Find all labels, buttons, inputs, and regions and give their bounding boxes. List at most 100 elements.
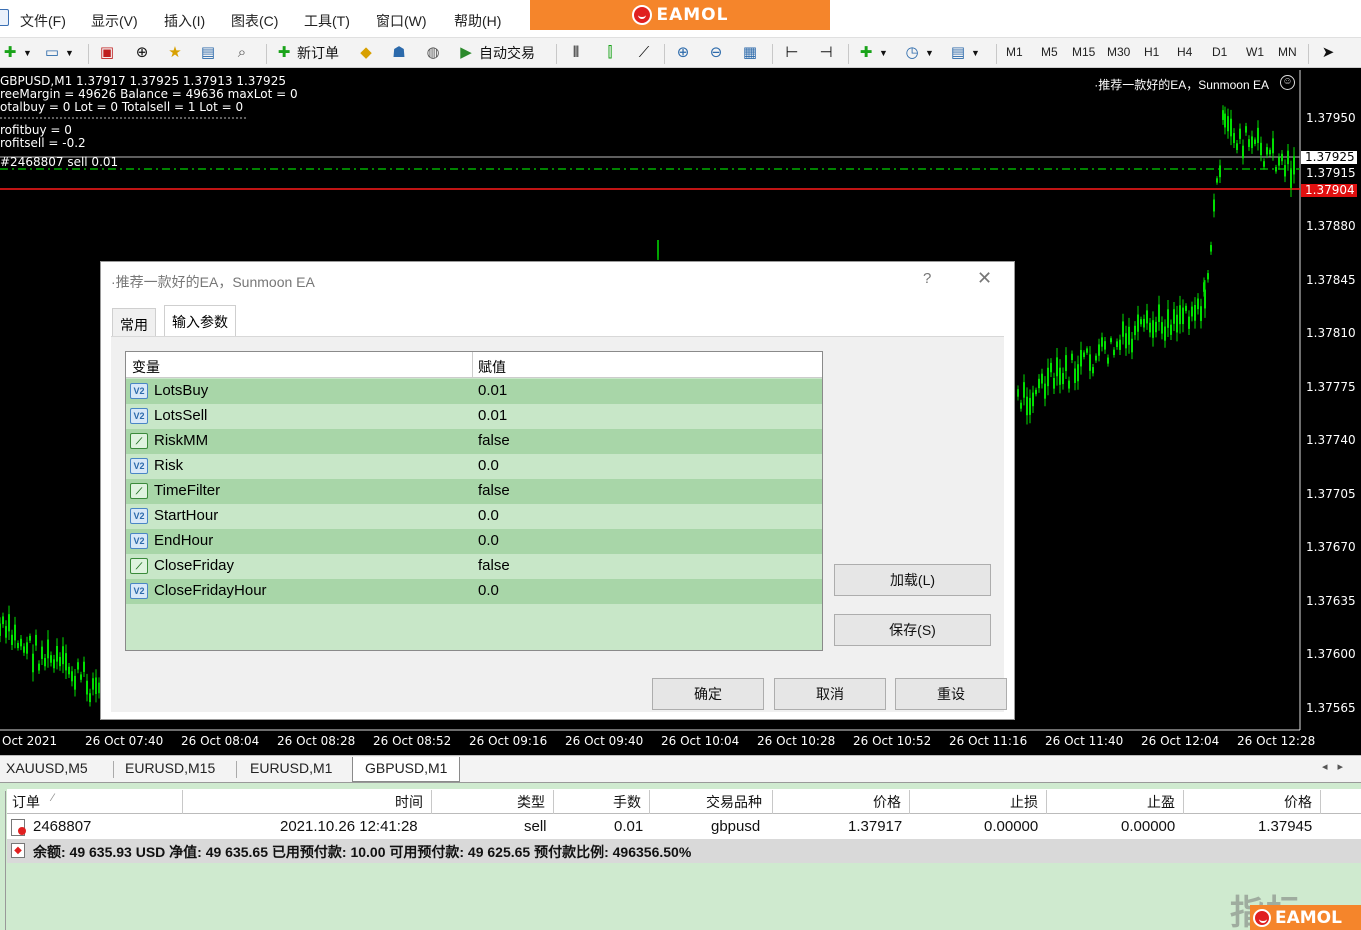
new-order-button[interactable]: ✚ 新订单 [274, 42, 339, 64]
close-icon[interactable]: ✕ [977, 268, 992, 289]
timeframe-m30[interactable]: M30 [1107, 45, 1130, 59]
menu-charts[interactable]: 图表(C) [231, 11, 278, 31]
param-value[interactable]: false [478, 432, 510, 449]
param-value[interactable]: 0.01 [478, 382, 507, 399]
menu-tools[interactable]: 工具(T) [304, 11, 350, 31]
header-lots[interactable]: 手数 [613, 792, 641, 812]
brand-logo-icon [1253, 908, 1271, 927]
reset-button[interactable]: 重设 [895, 678, 1007, 710]
zoom-out-button[interactable]: ⊖ [706, 42, 726, 64]
param-value[interactable]: 0.0 [478, 457, 499, 474]
param-value[interactable]: false [478, 482, 510, 499]
market-watch-button[interactable]: ▣ [97, 42, 117, 64]
param-row[interactable]: ⟋ CloseFriday false [126, 554, 822, 579]
tab-common[interactable]: 常用 [112, 308, 156, 337]
periods-button[interactable]: ◷ ▼ [902, 42, 933, 64]
auto-trade-button[interactable]: ▶ 自动交易 [456, 42, 535, 64]
timeframe-h1[interactable]: H1 [1144, 45, 1159, 59]
tester-button[interactable]: ⌕ [232, 42, 252, 64]
timeframe-m1[interactable]: M1 [1006, 45, 1023, 59]
header-symbol[interactable]: 交易品种 [706, 792, 762, 812]
candle-body [92, 678, 94, 690]
header-take-profit[interactable]: 止盈 [1147, 792, 1175, 812]
candle-body [1131, 338, 1133, 353]
candle-body [74, 675, 76, 690]
menu-insert[interactable]: 插入(I) [164, 11, 205, 31]
menu-help[interactable]: 帮助(H) [454, 11, 501, 31]
param-row[interactable]: V2 LotsBuy 0.01 [126, 379, 822, 404]
candle-body [23, 646, 25, 653]
timeframe-mn[interactable]: MN [1278, 45, 1297, 59]
price-tick: 1.37740 [1306, 433, 1356, 447]
menu-view[interactable]: 显示(V) [91, 11, 138, 31]
timeframe-d1[interactable]: D1 [1212, 45, 1227, 59]
candle-body [1233, 133, 1235, 144]
line-chart-button[interactable]: ⟋ [634, 42, 654, 64]
header-type[interactable]: 类型 [517, 792, 545, 812]
cancel-button[interactable]: 取消 [774, 678, 886, 710]
bar-chart-button[interactable]: ⫴ [566, 42, 586, 64]
param-value[interactable]: 0.0 [478, 532, 499, 549]
chart-tab-eurusd-m15[interactable]: EURUSD,M15 [125, 760, 215, 776]
cursor-button[interactable]: ➤ [1318, 42, 1338, 64]
param-name: Risk [154, 457, 184, 474]
param-row[interactable]: V2 LotsSell 0.01 [126, 404, 822, 429]
param-value[interactable]: false [478, 557, 510, 574]
tab-inputs[interactable]: 输入参数 [164, 305, 236, 337]
chart-tab-xauusd-m5[interactable]: XAUUSD,M5 [6, 760, 88, 776]
menu-file[interactable]: 文件(F) [20, 11, 66, 31]
help-icon[interactable]: ? [923, 270, 931, 287]
param-row[interactable]: V2 EndHour 0.0 [126, 529, 822, 554]
crosshair-button[interactable]: ⊕ [132, 42, 152, 64]
navigator-button[interactable]: ▤ [198, 42, 218, 64]
header-stop-loss[interactable]: 止损 [1010, 792, 1038, 812]
param-row[interactable]: ⟋ TimeFilter false [126, 479, 822, 504]
candle-body [1251, 136, 1253, 149]
candle-body [1257, 127, 1259, 143]
chart-tab-eurusd-m1[interactable]: EURUSD,M1 [250, 760, 332, 776]
timeframe-h4[interactable]: H4 [1177, 45, 1192, 59]
header-price[interactable]: 价格 [873, 792, 901, 812]
candle-chart-button[interactable]: ⫿ [600, 42, 620, 64]
param-value[interactable]: 0.01 [478, 407, 507, 424]
profiles-button[interactable]: ▭ ▼ [42, 42, 74, 64]
candle-body [80, 674, 82, 680]
param-value[interactable]: 0.0 [478, 507, 499, 524]
candle-body [1173, 309, 1175, 324]
number-param-icon: V2 [130, 533, 148, 549]
load-button[interactable]: 加载(L) [834, 564, 991, 596]
param-value[interactable]: 0.0 [478, 582, 499, 599]
header-time[interactable]: 时间 [395, 792, 423, 812]
param-row[interactable]: V2 Risk 0.0 [126, 454, 822, 479]
candle-body [44, 658, 46, 667]
favorites-button[interactable]: ★ [165, 42, 185, 64]
timeframe-m15[interactable]: M15 [1072, 45, 1095, 59]
header-order[interactable]: 订单 [12, 792, 40, 812]
signals-button[interactable]: ◍ [423, 42, 443, 64]
candle-body [20, 638, 22, 647]
chart-shift-button[interactable]: ⊣ [816, 42, 836, 64]
tile-windows-button[interactable]: ▦ [740, 42, 760, 64]
param-row[interactable]: V2 StartHour 0.0 [126, 504, 822, 529]
save-button[interactable]: 保存(S) [834, 614, 991, 646]
indicators-button[interactable]: ✚ ▼ [856, 42, 888, 64]
bid-price-tag: 1.37925 [1301, 151, 1357, 164]
new-chart-button[interactable]: ✚ ▼ [0, 42, 32, 64]
tab-scroll-arrows-icon[interactable]: ◂▸ [1322, 760, 1353, 773]
order-current-price: 1.37945 [1258, 818, 1313, 835]
candle-body [1017, 389, 1019, 397]
autoscroll-button[interactable]: ⊢ [782, 42, 802, 64]
timeframe-w1[interactable]: W1 [1246, 45, 1264, 59]
param-row[interactable]: ⟋ RiskMM false [126, 429, 822, 454]
price-tick: 1.37670 [1306, 540, 1356, 554]
terminal-button[interactable]: ☗ [389, 42, 409, 64]
templates-button[interactable]: ▤ ▼ [948, 42, 980, 64]
metaeditor-button[interactable]: ◆ [356, 42, 376, 64]
chart-tab-gbpusd-m1[interactable]: GBPUSD,M1 [352, 757, 461, 782]
menu-window[interactable]: 窗口(W) [376, 11, 427, 31]
param-row[interactable]: V2 CloseFridayHour 0.0 [126, 579, 822, 604]
timeframe-m5[interactable]: M5 [1041, 45, 1058, 59]
zoom-in-button[interactable]: ⊕ [673, 42, 693, 64]
ok-button[interactable]: 确定 [652, 678, 764, 710]
header-current-price[interactable]: 价格 [1284, 792, 1312, 812]
